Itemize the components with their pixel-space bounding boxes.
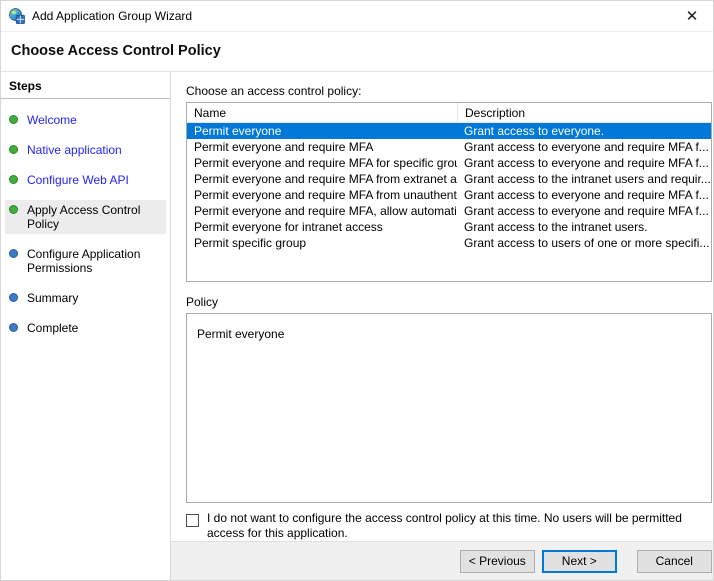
wizard-body: Steps Welcome Native application Configu… bbox=[1, 72, 713, 580]
app-icon bbox=[9, 8, 25, 24]
wizard-window: Add Application Group Wizard ✕ Choose Ac… bbox=[0, 0, 714, 581]
sidebar-item-native-application[interactable]: Native application bbox=[5, 140, 166, 160]
skip-policy-label: I do not want to configure the access co… bbox=[207, 511, 712, 541]
table-row[interactable]: Permit specific group Grant access to us… bbox=[187, 235, 711, 251]
step-pending-bullet-icon bbox=[9, 323, 18, 332]
close-icon[interactable]: ✕ bbox=[671, 1, 713, 32]
step-done-bullet-icon bbox=[9, 145, 18, 154]
table-row[interactable]: Permit everyone and require MFA for spec… bbox=[187, 155, 711, 171]
policy-preview-box: Permit everyone bbox=[186, 313, 712, 503]
sidebar-item-configure-application-permissions: Configure Application Permissions bbox=[5, 244, 166, 278]
table-row[interactable]: Permit everyone and require MFA, allow a… bbox=[187, 203, 711, 219]
steps-list: Welcome Native application Configure Web… bbox=[1, 99, 170, 338]
steps-sidebar: Steps Welcome Native application Configu… bbox=[1, 72, 171, 580]
skip-policy-row: I do not want to configure the access co… bbox=[186, 511, 712, 541]
step-pending-bullet-icon bbox=[9, 293, 18, 302]
sidebar-item-apply-access-control-policy: Apply Access Control Policy bbox=[5, 200, 166, 234]
main-pane: Choose an access control policy: Name De… bbox=[171, 72, 714, 580]
table-row[interactable]: Permit everyone Grant access to everyone… bbox=[187, 123, 711, 139]
sidebar-item-welcome[interactable]: Welcome bbox=[5, 110, 166, 130]
skip-policy-checkbox[interactable] bbox=[186, 514, 199, 527]
step-pending-bullet-icon bbox=[9, 249, 18, 258]
table-row[interactable]: Permit everyone and require MFA from ext… bbox=[187, 171, 711, 187]
steps-heading: Steps bbox=[1, 79, 170, 99]
table-row[interactable]: Permit everyone and require MFA Grant ac… bbox=[187, 139, 711, 155]
policy-section-label: Policy bbox=[186, 295, 712, 309]
step-done-bullet-icon bbox=[9, 115, 18, 124]
step-done-bullet-icon bbox=[9, 175, 18, 184]
title-bar: Add Application Group Wizard ✕ bbox=[1, 1, 713, 32]
policy-list-label: Choose an access control policy: bbox=[186, 84, 712, 98]
sidebar-item-summary: Summary bbox=[5, 288, 166, 308]
footer-bar: < Previous Next > Cancel bbox=[171, 541, 714, 580]
next-button[interactable]: Next > bbox=[542, 550, 617, 573]
access-control-policy-list[interactable]: Name Description Permit everyone Grant a… bbox=[186, 102, 712, 282]
column-header-description[interactable]: Description bbox=[457, 103, 711, 122]
cancel-button[interactable]: Cancel bbox=[637, 550, 712, 573]
policy-preview-text: Permit everyone bbox=[197, 327, 284, 341]
page-title: Choose Access Control Policy bbox=[11, 43, 713, 59]
window-title: Add Application Group Wizard bbox=[32, 9, 192, 23]
table-row[interactable]: Permit everyone and require MFA from una… bbox=[187, 187, 711, 203]
sidebar-item-complete: Complete bbox=[5, 318, 166, 338]
column-header-name[interactable]: Name bbox=[187, 106, 457, 120]
previous-button[interactable]: < Previous bbox=[460, 550, 535, 573]
sidebar-item-configure-web-api[interactable]: Configure Web API bbox=[5, 170, 166, 190]
list-header-row: Name Description bbox=[187, 103, 711, 123]
page-header: Choose Access Control Policy bbox=[1, 32, 713, 72]
table-row[interactable]: Permit everyone for intranet access Gran… bbox=[187, 219, 711, 235]
step-done-bullet-icon bbox=[9, 205, 18, 214]
